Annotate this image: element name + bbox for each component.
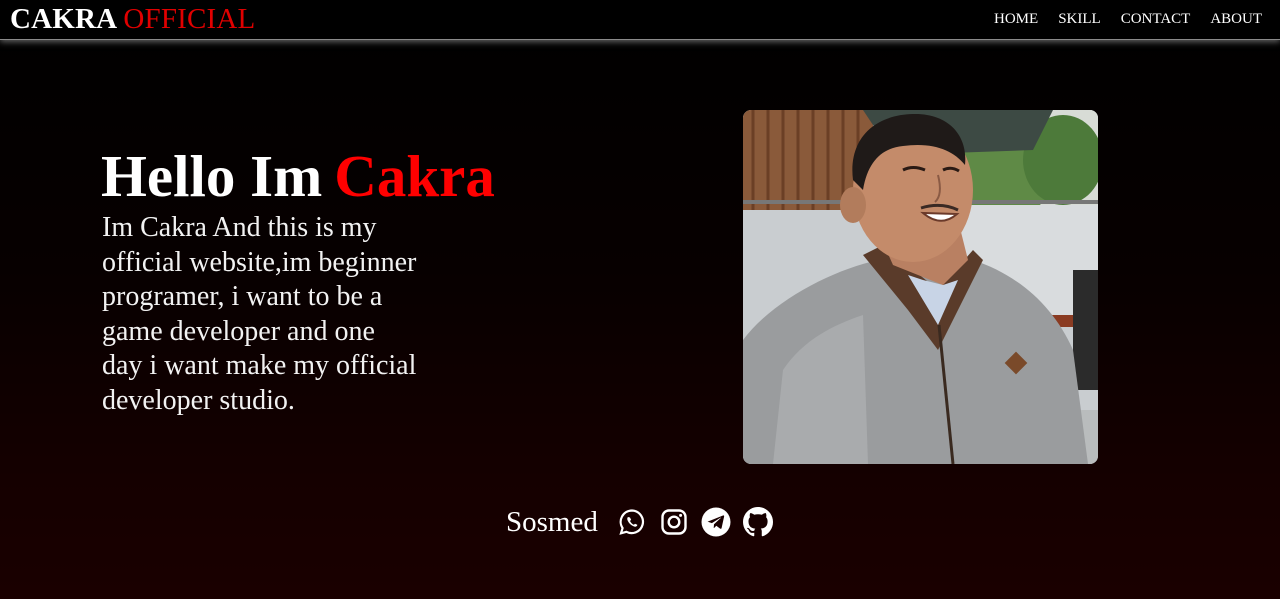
hero-title-greeting: Hello Im: [101, 143, 323, 209]
nav-links: HOME SKILL CONTACT ABOUT: [994, 11, 1262, 28]
brand-logo[interactable]: CAKRA OFFICIAL: [10, 3, 255, 35]
telegram-icon[interactable]: [701, 507, 731, 537]
github-icon[interactable]: [742, 507, 773, 537]
hero-description: Im Cakra And this is my official website…: [102, 212, 417, 416]
whatsapp-icon[interactable]: [617, 507, 647, 537]
hero-title-name: Cakra: [334, 143, 495, 209]
nav-skill-link[interactable]: SKILL: [1058, 11, 1101, 28]
nav-contact-link[interactable]: CONTACT: [1121, 11, 1191, 28]
social-bar: Sosmed: [506, 503, 785, 541]
nav-about-link[interactable]: ABOUT: [1210, 11, 1262, 28]
navbar: CAKRA OFFICIAL HOME SKILL CONTACT ABOUT: [0, 0, 1280, 40]
profile-photo: [743, 110, 1098, 464]
social-label: Sosmed: [506, 506, 598, 538]
instagram-icon[interactable]: [659, 507, 689, 537]
brand-second-word: OFFICIAL: [123, 3, 256, 35]
hero-title: Hello Im Cakra: [101, 143, 495, 209]
nav-home-link[interactable]: HOME: [994, 11, 1038, 28]
brand-first-word: CAKRA: [10, 3, 118, 35]
